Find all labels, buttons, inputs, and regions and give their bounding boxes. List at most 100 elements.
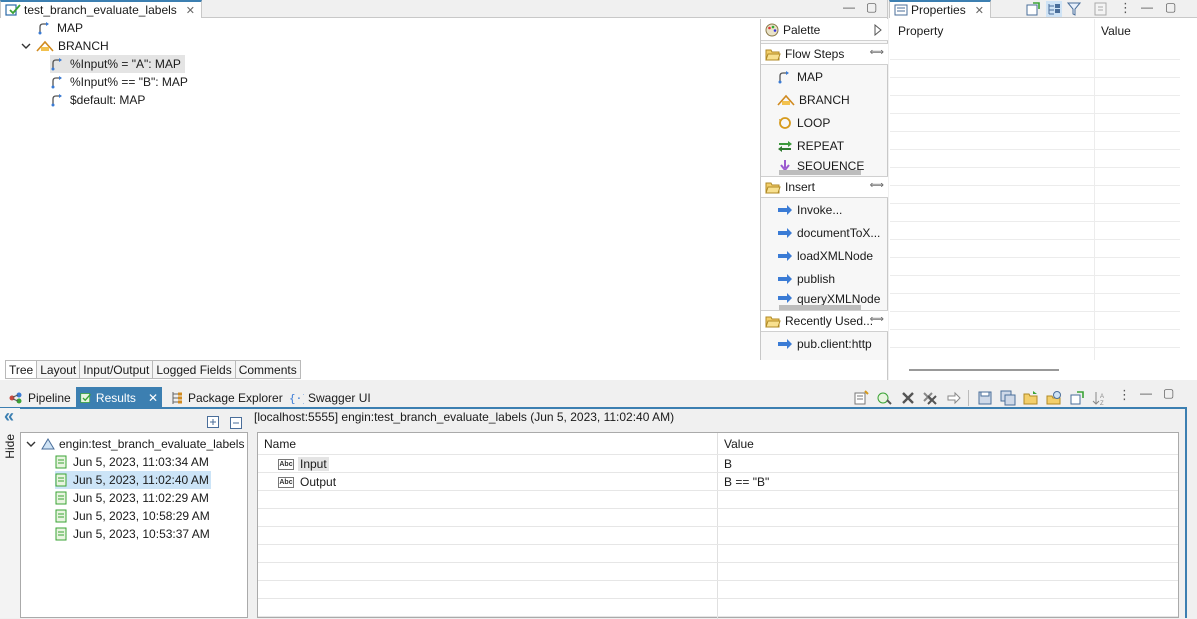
tree-item-branch-b[interactable]: %Input% == "B": MAP — [50, 73, 188, 91]
remove-icon[interactable] — [900, 390, 916, 406]
tab-results[interactable]: Results ✕ — [76, 387, 162, 409]
save-all-icon[interactable] — [1000, 390, 1016, 406]
collapse-icon[interactable]: « — [4, 407, 14, 425]
table-row[interactable]: Abc Input B — [258, 455, 1178, 473]
tree-item-label: MAP — [57, 21, 84, 35]
view-menu-icon[interactable]: ⋮ — [1119, 0, 1132, 16]
history-root[interactable]: engin:test_branch_evaluate_labels — [25, 435, 244, 453]
tab-logged-fields[interactable]: Logged Fields — [153, 360, 236, 379]
editor-maximize-icon[interactable]: ▢ — [866, 0, 877, 14]
bottom-minimize-icon[interactable]: — — [1140, 386, 1152, 400]
palette-item-branch[interactable]: BRANCH — [777, 90, 850, 110]
chevron-down-icon[interactable] — [25, 438, 37, 450]
palette-item-label: publish — [797, 272, 836, 286]
properties-grid-row — [890, 294, 1180, 312]
forward-arrow-icon[interactable] — [946, 390, 962, 406]
palette-item-label: BRANCH — [799, 93, 850, 107]
editor-minimize-icon[interactable]: — — [843, 0, 855, 14]
tree-item-map[interactable]: MAP — [37, 19, 83, 37]
double-arrow-icon[interactable]: ⟺ — [870, 180, 884, 191]
map-icon — [51, 76, 62, 89]
collapse-all-icon[interactable] — [230, 417, 242, 429]
palette-item-invoke[interactable]: Invoke... — [777, 200, 842, 220]
double-arrow-icon[interactable]: ⟺ — [870, 314, 884, 325]
save-icon[interactable] — [977, 390, 993, 406]
properties-hscrollbar[interactable] — [909, 369, 1059, 371]
properties-grid-row — [890, 276, 1180, 294]
palette-scroll-cut — [779, 170, 861, 175]
chevron-right-icon[interactable] — [874, 24, 882, 36]
editor-tab-label: test_branch_evaluate_labels — [24, 3, 177, 17]
hide-toggle[interactable]: Hide — [3, 434, 17, 459]
tab-tree[interactable]: Tree — [5, 360, 38, 379]
tab-package-explorer[interactable]: Package Explorer — [166, 387, 287, 409]
tree-item-branch[interactable]: BRANCH — [20, 37, 109, 55]
invoke-arrow-icon — [778, 293, 792, 303]
recently-used-drawer[interactable]: Recently Used... ⟺ — [761, 310, 888, 332]
palette-item-map[interactable]: MAP — [777, 67, 823, 87]
tab-layout[interactable]: Layout — [37, 360, 81, 379]
results-col-value: Value — [724, 437, 754, 451]
editor-view-tabs: Tree Layout Input/Output Logged Fields C… — [5, 360, 301, 379]
package-explorer-icon — [172, 392, 182, 404]
palette-item-queryxmlnode[interactable]: queryXMLNode — [777, 292, 880, 305]
editor-tab[interactable]: test_branch_evaluate_labels ✕ — [0, 0, 202, 18]
new-result-icon[interactable] — [853, 390, 869, 406]
expand-all-icon[interactable] — [207, 416, 219, 428]
palette-item-loadxmlnode[interactable]: loadXMLNode — [777, 246, 873, 266]
export-icon[interactable] — [1069, 390, 1085, 406]
tab-pipeline[interactable]: Pipeline — [4, 387, 75, 409]
tree-item-default[interactable]: $default: MAP — [50, 91, 145, 109]
palette-header[interactable]: Palette — [761, 19, 888, 41]
load-icon[interactable] — [1046, 390, 1062, 406]
palette-item-pub-client-http[interactable]: pub.client:http — [777, 334, 872, 354]
palette-item-sequence[interactable]: SEQUENCE — [777, 159, 864, 170]
restore-default-icon[interactable] — [1093, 1, 1109, 17]
properties-grid-row — [890, 258, 1180, 276]
history-item[interactable]: Jun 5, 2023, 11:03:34 AM — [55, 453, 209, 471]
palette-item-loop[interactable]: LOOP — [777, 113, 830, 133]
history-item[interactable]: Jun 5, 2023, 11:02:29 AM — [55, 489, 209, 507]
properties-tab[interactable]: Properties ✕ — [889, 0, 991, 18]
map-icon — [51, 58, 62, 71]
open-folder-icon[interactable] — [1023, 390, 1039, 406]
properties-tab-close-icon[interactable]: ✕ — [975, 4, 984, 17]
history-item-label: Jun 5, 2023, 10:58:29 AM — [73, 509, 210, 523]
invoke-arrow-icon — [778, 274, 792, 284]
view-menu-icon[interactable]: ⋮ — [1118, 387, 1131, 403]
results-tab-close-icon[interactable]: ✕ — [148, 391, 158, 405]
rerun-icon[interactable] — [876, 390, 892, 406]
properties-grid-row — [890, 60, 1180, 78]
invoke-arrow-icon — [778, 339, 792, 349]
properties-minimize-icon[interactable]: — — [1141, 0, 1153, 14]
tab-input-output[interactable]: Input/Output — [80, 360, 154, 379]
flow-steps-drawer[interactable]: Flow Steps ⟺ — [761, 43, 888, 65]
editor-tab-close-icon[interactable]: ✕ — [186, 4, 195, 17]
chevron-down-icon[interactable] — [20, 40, 32, 52]
tab-swagger-ui[interactable]: {·} Swagger UI — [284, 387, 375, 409]
history-item-label: Jun 5, 2023, 10:53:37 AM — [73, 527, 210, 541]
result-entry-icon — [55, 473, 67, 487]
properties-maximize-icon[interactable]: ▢ — [1165, 0, 1176, 14]
insert-drawer[interactable]: Insert ⟺ — [761, 176, 888, 198]
history-item[interactable]: Jun 5, 2023, 10:53:37 AM — [55, 525, 210, 543]
categories-icon[interactable] — [1046, 1, 1062, 17]
sort-icon[interactable]: AZ — [1092, 390, 1108, 406]
palette-icon — [765, 23, 779, 36]
server-icon — [41, 438, 55, 450]
palette-item-documenttox[interactable]: documentToX... — [777, 223, 880, 243]
table-row[interactable]: Abc Output B == "B" — [258, 473, 1178, 491]
palette-item-publish[interactable]: publish — [777, 269, 835, 289]
recently-used-title: Recently Used... — [785, 314, 874, 328]
tree-item-branch-a[interactable]: %Input% = "A": MAP — [50, 55, 185, 73]
history-item-selected[interactable]: Jun 5, 2023, 11:02:40 AM — [55, 471, 211, 489]
palette-item-repeat[interactable]: REPEAT — [777, 136, 844, 156]
new-window-icon[interactable] — [1025, 1, 1041, 17]
tab-comments[interactable]: Comments — [235, 360, 301, 379]
double-arrow-icon[interactable]: ⟺ — [870, 47, 884, 58]
tree-item-label: %Input% == "B": MAP — [70, 75, 188, 89]
bottom-maximize-icon[interactable]: ▢ — [1163, 386, 1174, 400]
remove-all-icon[interactable] — [922, 390, 938, 406]
history-item[interactable]: Jun 5, 2023, 10:58:29 AM — [55, 507, 210, 525]
filter-icon[interactable] — [1067, 1, 1081, 17]
